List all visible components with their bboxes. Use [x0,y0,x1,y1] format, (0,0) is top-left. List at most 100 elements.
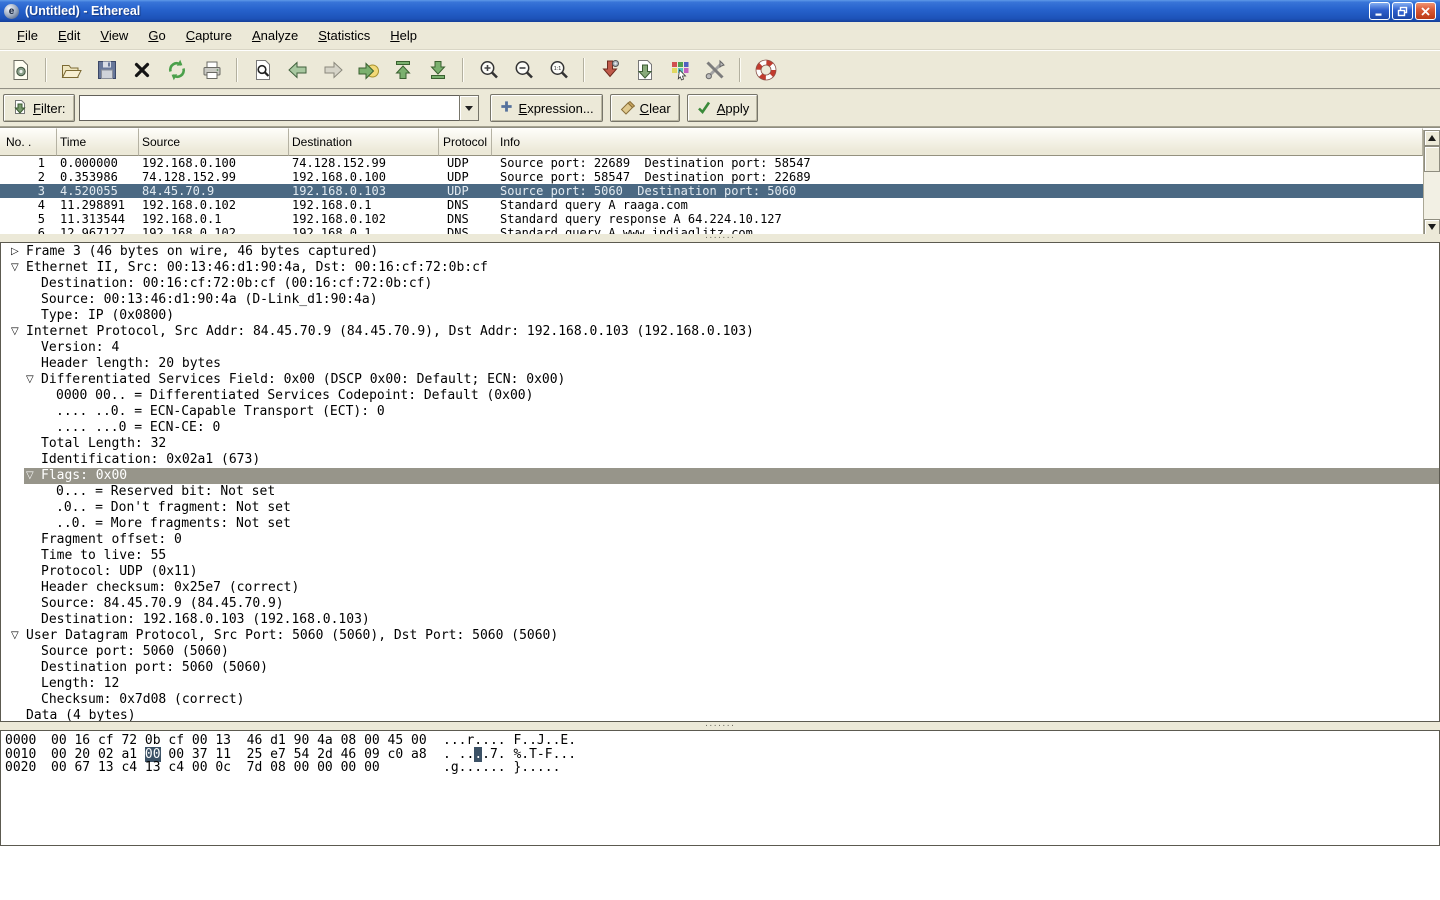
open-file-icon[interactable] [58,56,85,83]
detail-line[interactable]: ▽Internet Protocol, Src Addr: 84.45.70.9… [9,324,1439,340]
packet-row[interactable]: 10.000000192.168.0.10074.128.152.99UDPSo… [0,156,1423,170]
go-forward-icon[interactable] [319,56,346,83]
packet-row[interactable]: 34.52005584.45.70.9192.168.0.103UDPSourc… [0,184,1423,198]
chevron-down-icon [465,106,473,111]
column-header-info[interactable]: Info [492,128,1423,156]
hex-row[interactable]: 001000 20 02 a1 00 00 37 11 25 e7 54 2d … [5,748,1439,762]
detail-line[interactable]: Destination: 192.168.0.103 (192.168.0.10… [24,612,1439,628]
packet-row[interactable]: 20.35398674.128.152.99192.168.0.100UDPSo… [0,170,1423,184]
menu-item-view[interactable]: View [90,24,138,47]
detail-line[interactable]: Header checksum: 0x25e7 (correct) [24,580,1439,596]
go-to-bottom-icon[interactable] [424,56,451,83]
detail-line[interactable]: ▽Flags: 0x00 [24,468,1439,484]
scrollbar-thumb[interactable] [1424,146,1440,172]
detail-line[interactable]: ▽Ethernet II, Src: 00:13:46:d1:90:4a, Ds… [9,260,1439,276]
detail-line[interactable]: ▽User Datagram Protocol, Src Port: 5060 … [9,628,1439,644]
zoom-in-icon[interactable] [475,56,502,83]
detail-line[interactable]: .... ..0. = ECN-Capable Transport (ECT):… [39,404,1439,420]
menu-item-go[interactable]: Go [138,24,175,47]
find-packet-icon[interactable] [249,56,276,83]
filter-dropdown-button[interactable] [459,95,479,121]
hex-row[interactable]: 002000 67 13 c4 13 c4 00 0c 7d 08 00 00 … [5,761,1439,775]
detail-text: .0.. = Don't fragment: Not set [56,500,1439,516]
detail-line[interactable]: Total Length: 32 [24,436,1439,452]
packet-list-scrollbar[interactable] [1423,130,1440,235]
detail-line[interactable]: Header length: 20 bytes [24,356,1439,372]
go-to-top-icon[interactable] [389,56,416,83]
detail-line[interactable]: Destination: 00:16:cf:72:0b:cf (00:16:cf… [24,276,1439,292]
column-header-time[interactable]: Time [57,128,139,156]
detail-line[interactable]: Length: 12 [24,676,1439,692]
close-capture-icon[interactable] [128,56,155,83]
menu-item-analyze[interactable]: Analyze [242,24,308,47]
detail-line[interactable]: Source: 84.45.70.9 (84.45.70.9) [24,596,1439,612]
menu-item-edit[interactable]: Edit [48,24,90,47]
menu-item-help[interactable]: Help [380,24,427,47]
expander-icon[interactable]: ▽ [9,628,26,644]
menu-item-capture[interactable]: Capture [176,24,242,47]
detail-line[interactable]: 0... = Reserved bit: Not set [39,484,1439,500]
detail-line[interactable]: .... ...0 = ECN-CE: 0 [39,420,1439,436]
go-back-icon[interactable] [284,56,311,83]
zoom-normal-icon[interactable]: 1:1 [545,56,572,83]
restore-button[interactable] [1392,2,1413,20]
detail-text: Destination: 192.168.0.103 (192.168.0.10… [41,612,1439,628]
detail-text: Internet Protocol, Src Addr: 84.45.70.9 … [26,324,1439,340]
expander-icon[interactable]: ▽ [24,468,41,484]
triangle-up-icon [1428,135,1436,141]
help-icon[interactable] [752,56,779,83]
column-header-protocol[interactable]: Protocol [439,128,492,156]
preferences-icon[interactable] [701,56,728,83]
detail-line[interactable]: ▷Frame 3 (46 bytes on wire, 46 bytes cap… [9,244,1439,260]
detail-line[interactable]: ..0. = More fragments: Not set [39,516,1439,532]
expander-icon[interactable]: ▽ [24,372,41,388]
expander-icon[interactable]: ▽ [9,260,26,276]
hex-row[interactable]: 000000 16 cf 72 0b cf 00 13 46 d1 90 4a … [5,734,1439,748]
display-filter-icon[interactable] [631,56,658,83]
detail-line[interactable]: Source port: 5060 (5060) [24,644,1439,660]
coloring-rules-icon[interactable] [666,56,693,83]
detail-line[interactable]: Fragment offset: 0 [24,532,1439,548]
column-header-no[interactable]: No. . [0,128,57,156]
detail-text: Protocol: UDP (0x11) [41,564,1439,580]
reload-icon[interactable] [163,56,190,83]
detail-line[interactable]: ▽Differentiated Services Field: 0x00 (DS… [24,372,1439,388]
save-file-icon[interactable] [93,56,120,83]
detail-line[interactable]: .0.. = Don't fragment: Not set [39,500,1439,516]
detail-line[interactable]: 0000 00.. = Differentiated Services Code… [39,388,1439,404]
detail-line[interactable]: Source: 00:13:46:d1:90:4a (D-Link_d1:90:… [24,292,1439,308]
detail-line[interactable]: Protocol: UDP (0x11) [24,564,1439,580]
filter-input[interactable] [79,95,459,121]
column-header-source[interactable]: Source [139,128,289,156]
menu-item-file[interactable]: File [7,24,48,47]
detail-line[interactable]: Checksum: 0x7d08 (correct) [24,692,1439,708]
column-header-destination[interactable]: Destination [289,128,439,156]
expression-button[interactable]: Expression... [490,94,603,122]
minimize-button[interactable] [1369,2,1390,20]
filter-button[interactable]: Filter: [3,94,75,122]
detail-line[interactable]: Destination port: 5060 (5060) [24,660,1439,676]
packet-details-pane: ▷Frame 3 (46 bytes on wire, 46 bytes cap… [0,242,1440,722]
print-icon[interactable] [198,56,225,83]
detail-line[interactable]: Type: IP (0x0800) [24,308,1439,324]
scroll-up-button[interactable] [1424,130,1440,146]
detail-line[interactable]: Time to live: 55 [24,548,1439,564]
pane-resize-handle[interactable]: ······· [0,234,1440,242]
capture-filter-icon[interactable] [596,56,623,83]
hex-dump-pane[interactable]: 000000 16 cf 72 0b cf 00 13 46 d1 90 4a … [0,730,1440,846]
packet-row[interactable]: 511.313544192.168.0.1192.168.0.102DNSSta… [0,212,1423,226]
clear-button[interactable]: Clear [610,94,680,122]
packet-row[interactable]: 411.298891192.168.0.102192.168.0.1DNSSta… [0,198,1423,212]
scroll-down-button[interactable] [1424,219,1440,235]
apply-button[interactable]: Apply [687,94,759,122]
capture-options-icon[interactable] [7,56,34,83]
close-button[interactable] [1415,2,1436,20]
menu-item-statistics[interactable]: Statistics [308,24,380,47]
pane-resize-handle[interactable]: ······· [0,722,1440,730]
expander-icon[interactable]: ▷ [9,244,26,260]
detail-line[interactable]: Version: 4 [24,340,1439,356]
go-to-packet-icon[interactable] [354,56,381,83]
zoom-out-icon[interactable] [510,56,537,83]
expander-icon[interactable]: ▽ [9,324,26,340]
detail-line[interactable]: Identification: 0x02a1 (673) [24,452,1439,468]
